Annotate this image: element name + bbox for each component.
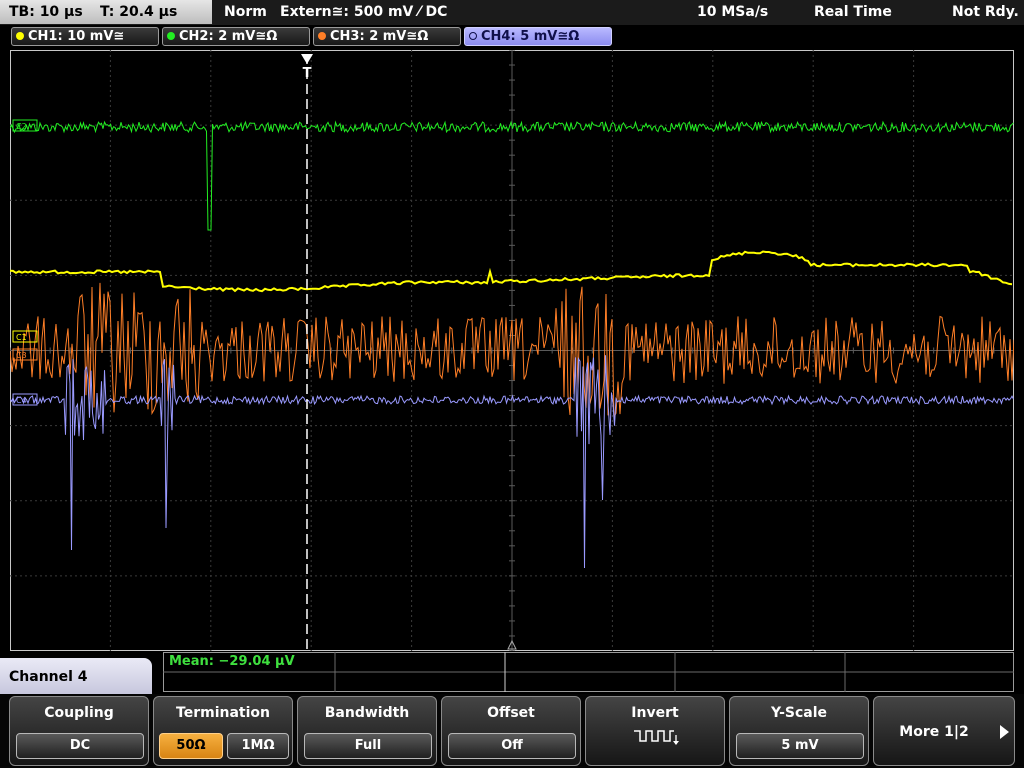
ch1-label: CH1: 10 mV≅ [28,29,125,44]
ch2-marker-text: C2 [16,122,27,131]
more-label: More 1|2 [899,724,969,740]
termination-softkey[interactable]: Termination 50Ω 1MΩ [153,696,293,766]
termination-1mohm-option[interactable]: 1MΩ [227,733,289,759]
channel-tab-ch3[interactable]: CH3: 2 mV≅Ω [313,27,461,46]
bandwidth-value[interactable]: Full [304,733,432,759]
offset-label: Offset [487,705,535,721]
yscale-value[interactable]: 5 mV [736,733,864,759]
ch2-label: CH2: 2 mV≅Ω [179,29,278,44]
bandwidth-softkey[interactable]: Bandwidth Full [297,696,437,766]
inverted-square-wave-icon [634,730,679,745]
status-bar: TB: 10 µs T: 20.4 µs Norm Extern≅: 500 m… [0,0,1024,25]
channel-tab-ch1[interactable]: CH1: 10 mV≅ [11,27,159,46]
ch4-marker-text: C4 [16,396,27,405]
timebase-readout: TB: 10 µs [9,4,83,20]
offset-softkey[interactable]: Offset Off [441,696,581,766]
mean-measurement[interactable]: Mean: −29.04 µV [169,654,295,669]
trigger-source[interactable]: Extern≅: 500 mV ⁄ DC [280,0,447,24]
invert-softkey[interactable]: Invert [585,696,725,766]
more-softkey[interactable]: More 1|2 [873,696,1015,766]
coupling-softkey[interactable]: Coupling DC [9,696,149,766]
ch4-color-dot [469,32,477,40]
ch3-marker-text: C3 [16,351,27,360]
softkey-bar: Coupling DC Termination 50Ω 1MΩ Bandwidt… [0,694,1024,768]
trigger-label: T [303,66,312,81]
waveform-display[interactable]: T C2 C1 C3 C4 [10,50,1014,651]
acquisition-state: Not Rdy. [952,4,1019,20]
ch3-label: CH3: 2 mV≅Ω [330,29,429,44]
ch4-label: CH4: 5 mV≅Ω [481,29,580,44]
channel-tab-row: CH1: 10 mV≅ CH2: 2 mV≅Ω CH3: 2 mV≅Ω CH4:… [0,25,1024,48]
timebase-box[interactable]: TB: 10 µs T: 20.4 µs [0,0,212,24]
trigger-mode[interactable]: Norm [224,0,267,24]
yscale-label: Y-Scale [770,705,827,721]
offset-value[interactable]: Off [448,733,576,759]
ch2-color-dot [167,32,175,40]
bandwidth-label: Bandwidth [324,705,410,721]
measurement-panel: Mean: −29.04 µV [163,652,1014,692]
channel-tab-ch4[interactable]: CH4: 5 mV≅Ω [464,27,612,46]
coupling-value[interactable]: DC [16,733,144,759]
waveform-canvas: T C2 C1 C3 C4 [10,50,1014,651]
termination-50ohm-option[interactable]: 50Ω [159,733,223,759]
channel-tab-ch2[interactable]: CH2: 2 mV≅Ω [162,27,310,46]
coupling-label: Coupling [44,705,114,721]
invert-label: Invert [631,705,679,721]
ch1-color-dot [16,32,24,40]
ch1-marker-text: C1 [16,333,27,342]
trigger-time-readout: T: 20.4 µs [100,4,178,20]
acquisition-mode: Real Time [814,4,892,20]
menu-title: Channel 4 [0,658,152,696]
ch3-color-dot [318,32,326,40]
sample-rate: 10 MSa/s [697,4,769,20]
termination-label: Termination [176,705,270,721]
yscale-softkey[interactable]: Y-Scale 5 mV [729,696,869,766]
triangle-right-icon [1000,725,1009,739]
